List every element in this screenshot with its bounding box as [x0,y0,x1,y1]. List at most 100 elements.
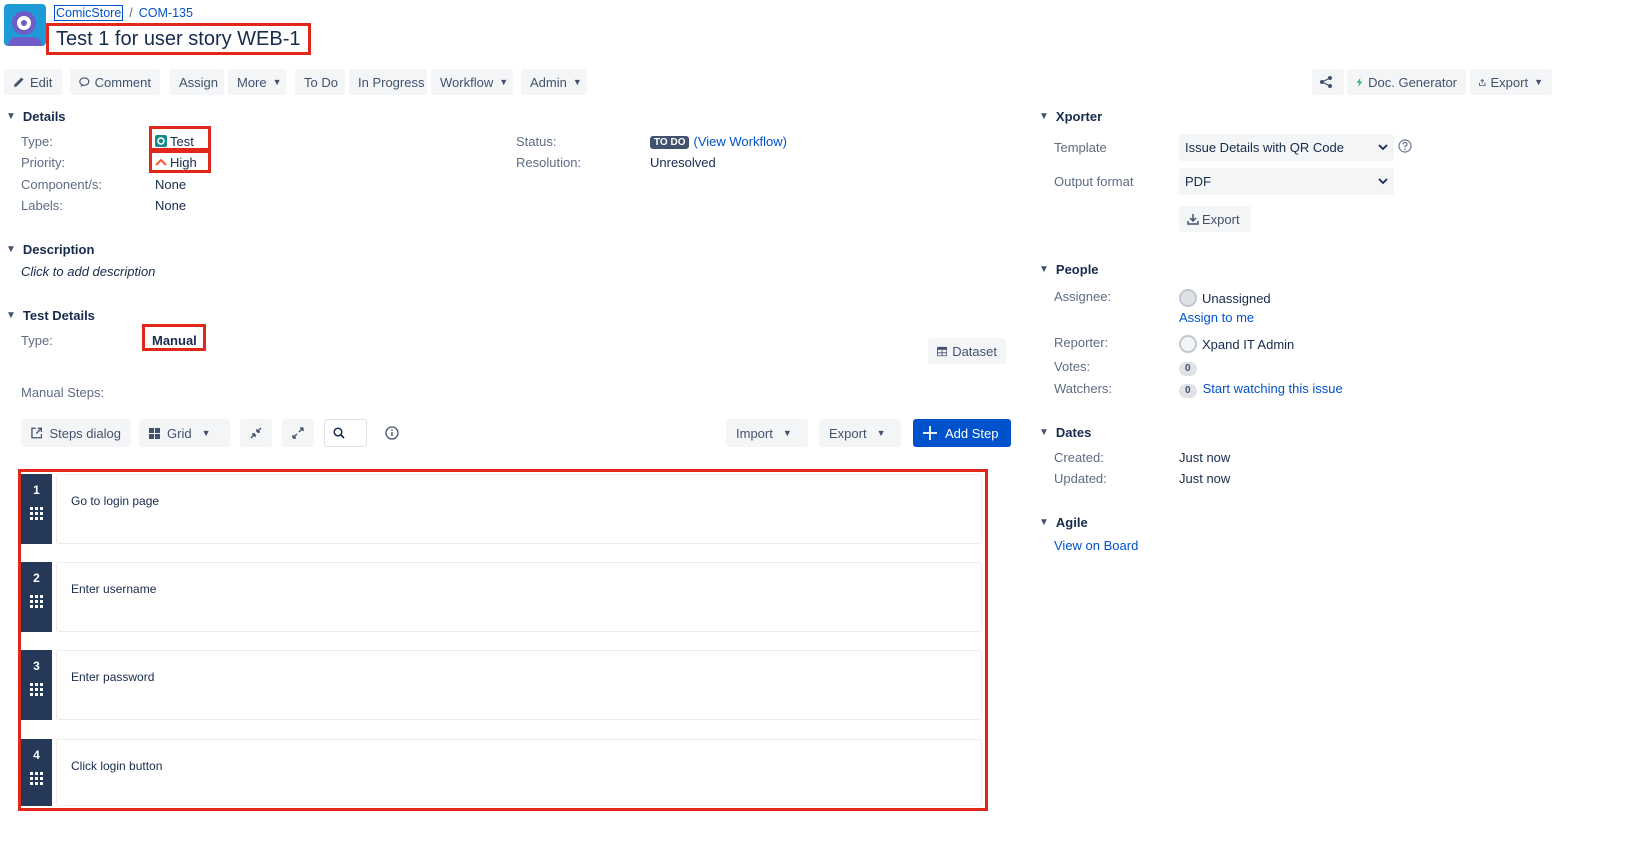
unassigned-avatar-icon [1179,289,1197,307]
assign-button[interactable]: Assign [170,69,224,95]
watchers-label: Watchers: [1054,381,1113,396]
workflow-button[interactable]: Workflow ▼ [431,69,513,95]
drag-handle-icon[interactable] [30,507,43,520]
updated-label: Updated: [1054,471,1107,486]
steps-search-input[interactable] [324,419,367,447]
assign-button-label: Assign [179,74,219,90]
votes-value: 0 [1179,359,1203,376]
components-label: Component/s: [21,177,102,192]
drag-handle-icon[interactable] [30,772,43,785]
assign-to-me-link[interactable]: Assign to me [1179,310,1254,325]
drag-handle-icon[interactable] [30,683,43,696]
output-format-select[interactable]: PDF [1179,168,1394,195]
step-action[interactable]: Enter password [71,670,154,684]
view-on-board-link[interactable]: View on Board [1054,538,1138,553]
details-section-toggle[interactable]: ▼ Details [6,109,66,124]
priority-label: Priority: [21,155,66,170]
agile-section-toggle[interactable]: ▼ Agile [1039,515,1088,530]
reporter-value[interactable]: Xpand IT Admin [1179,335,1294,353]
dataset-button[interactable]: Dataset [928,338,1006,364]
doc-generator-button[interactable]: Doc. Generator [1347,69,1466,95]
step-card[interactable] [56,562,982,632]
dates-section-toggle[interactable]: ▼ Dates [1039,425,1091,440]
assignee-name: Unassigned [1202,291,1271,306]
test-type-highlight [142,324,206,351]
description-section-toggle[interactable]: ▼ Description [6,242,94,257]
type-highlight [149,126,211,151]
in-progress-button[interactable]: In Progress [349,69,427,95]
watchers-value: 0 Start watching this issue [1179,381,1343,398]
step-row[interactable]: 3 Enter password [21,650,982,720]
assignee-value[interactable]: Unassigned [1179,289,1271,307]
info-icon[interactable] [385,426,399,443]
xporter-section-toggle[interactable]: ▼ Xporter [1039,109,1102,124]
admin-button-label: Admin [530,74,567,90]
workflow-button-label: Workflow [440,74,494,90]
people-section-toggle[interactable]: ▼ People [1039,262,1099,277]
votes-label: Votes: [1054,359,1091,374]
view-workflow-link[interactable]: (View Workflow) [693,134,786,149]
chevron-down-icon: ▼ [1039,111,1049,122]
more-button[interactable]: More ▼ [228,69,286,95]
import-dropdown[interactable]: Import ▼ [726,419,808,447]
agile-header: Agile [1055,515,1088,530]
steps-export-label: Export [829,425,867,441]
reporter-avatar-icon [1179,335,1197,353]
expand-steps-button[interactable] [282,419,314,447]
comment-icon [79,77,90,87]
lightning-icon [1356,77,1363,87]
step-number-bar[interactable]: 3 [21,650,52,720]
breadcrumb-issue-key-link[interactable]: COM-135 [139,6,193,20]
add-step-label: Add Step [945,425,999,441]
chevron-down-icon: ▼ [782,428,792,438]
chevron-down-icon: ▼ [6,111,16,122]
step-number-bar[interactable]: 1 [21,474,52,544]
template-select[interactable]: Issue Details with QR Code [1179,134,1394,161]
step-row[interactable]: 1 Go to login page [21,474,982,544]
resolution-label: Resolution: [516,155,582,170]
step-action[interactable]: Go to login page [71,494,159,508]
comment-button[interactable]: Comment [70,69,160,95]
step-action[interactable]: Click login button [71,759,162,773]
watchers-count-badge: 0 [1179,384,1197,398]
export-menu-button[interactable]: Export ▼ [1470,69,1552,95]
step-card[interactable] [56,474,982,544]
test-details-section-toggle[interactable]: ▼ Test Details [6,308,95,323]
step-row[interactable]: 2 Enter username [21,562,982,632]
step-number-bar[interactable]: 4 [21,739,52,806]
chevron-down-icon: ▼ [572,77,582,87]
issue-title[interactable]: Test 1 for user story WEB-1 [46,23,311,55]
start-watching-link[interactable]: Start watching this issue [1203,381,1343,396]
xporter-export-button[interactable]: Export [1179,206,1251,232]
export-menu-button-label: Export [1490,74,1529,90]
todo-button[interactable]: To Do [295,69,345,95]
step-card[interactable] [56,650,982,720]
comment-button-label: Comment [94,74,151,90]
output-format-label: Output format [1054,174,1134,189]
step-number-bar[interactable]: 2 [21,562,52,632]
add-step-button[interactable]: Add Step [913,419,1011,447]
created-value: Just now [1179,450,1231,465]
step-card[interactable] [56,739,982,806]
edit-button[interactable]: Edit [4,69,62,95]
step-action[interactable]: Enter username [71,582,156,596]
reporter-label: Reporter: [1054,335,1109,350]
more-button-label: More [237,74,267,90]
description-placeholder[interactable]: Click to add description [21,264,155,279]
open-external-icon [31,427,43,439]
grid-view-dropdown[interactable]: Grid ▼ [139,419,230,447]
steps-dialog-button[interactable]: Steps dialog [21,419,131,447]
drag-handle-icon[interactable] [30,595,43,608]
admin-button[interactable]: Admin ▼ [521,69,587,95]
step-row[interactable]: 4 Click login button [21,739,982,806]
steps-export-dropdown[interactable]: Export ▼ [819,419,901,447]
chevron-down-icon [1378,178,1388,185]
help-icon[interactable] [1398,139,1412,156]
breadcrumb-project-link[interactable]: ComicStore [54,5,124,21]
breadcrumb-separator: / [129,6,133,20]
labels-value[interactable]: None [155,198,186,213]
step-number: 4 [33,748,40,762]
share-button[interactable] [1312,69,1344,95]
project-avatar[interactable] [4,4,46,46]
collapse-steps-button[interactable] [240,419,272,447]
